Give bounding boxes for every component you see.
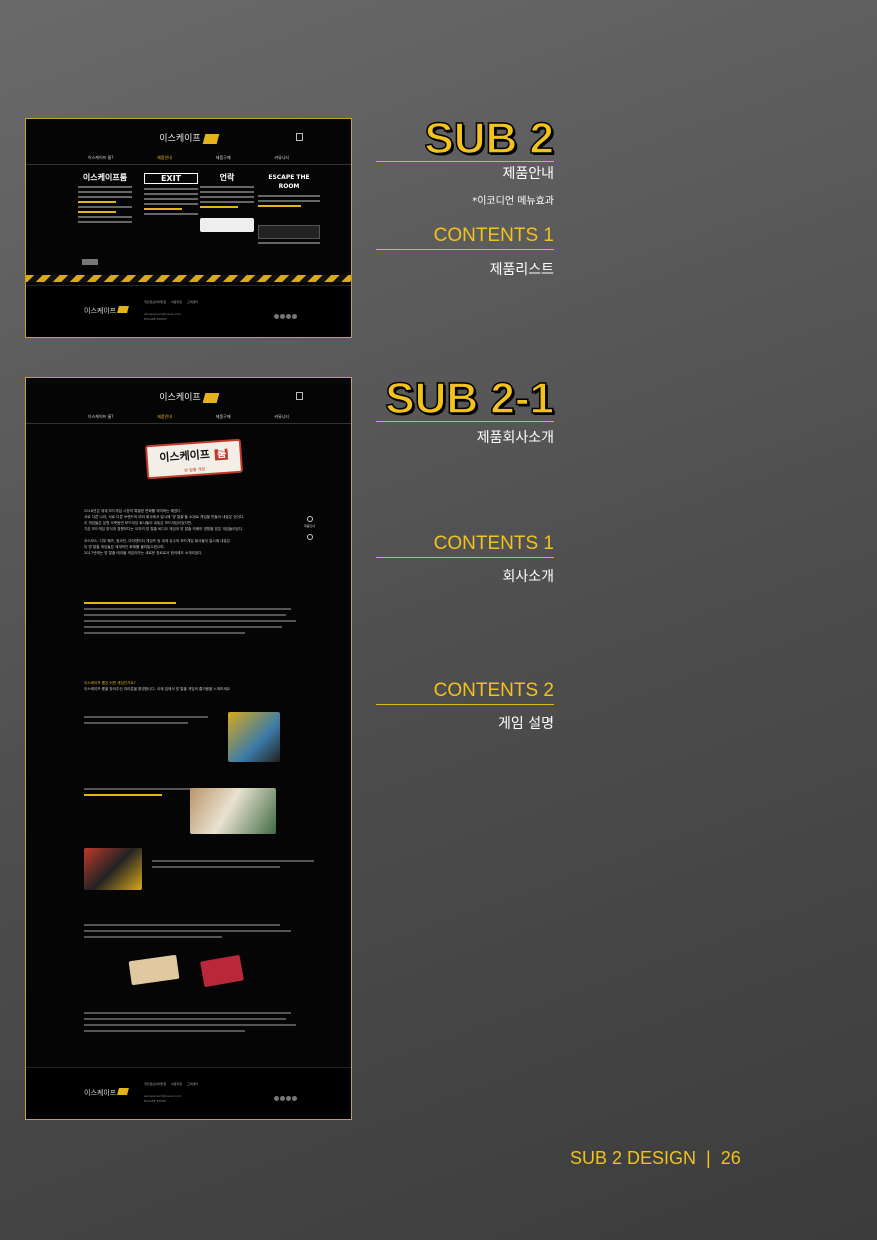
sub2-subtitle: 제품안내: [502, 166, 554, 182]
nav-item-products: 제품안내: [157, 414, 172, 419]
game-components-image: [190, 788, 276, 834]
nav-item-about: 이스케이프 룸?: [87, 414, 114, 419]
sub2-note: *이코디언 메뉴효과: [472, 196, 554, 207]
nav-item-community: 커뮤니티: [274, 414, 290, 419]
footer-info: escaperoom@naver.com ESCAPE ROOM: [144, 312, 182, 321]
page-footer: SUB 2 DESIGN | 26: [570, 1148, 741, 1168]
detail-text-4: [152, 856, 322, 872]
mansion-badge: [258, 225, 320, 239]
social-icons: [273, 1086, 297, 1105]
banner-title: 이스케이프: [158, 447, 211, 465]
cart-icon: [296, 392, 303, 400]
logo-mark-icon: [202, 133, 220, 144]
detail-text-2: [84, 712, 214, 728]
sub2-contents1-rule: [376, 249, 554, 250]
banner-subtitle: 방 탈출 게임: [184, 466, 206, 473]
sub2-1-rule: [376, 421, 554, 422]
store-icons: [82, 259, 98, 265]
hint-card-image: [128, 954, 180, 986]
nav-item-buy: 제품구매: [215, 155, 231, 160]
logo-mark-icon: [117, 306, 130, 313]
sub2-1-subtitle: 제품회사소개: [476, 430, 554, 446]
escape-kit-image: [84, 848, 142, 890]
brand-column-escape-the-room: ESCAPE THE ROOM: [258, 173, 320, 247]
sub2-1-contents1-desc: 회사소개: [502, 569, 554, 585]
footer-links: 개인정보처리방침 이용약관 고객센터: [144, 300, 199, 304]
footer-links: 개인정보처리방침 이용약관 고객센터: [144, 1082, 199, 1086]
mockup-footer: 이스케이프 개인정보처리방침 이용약관 고객센터 escaperoom@nave…: [26, 1067, 351, 1119]
game-question: 이스케이프 룸은 어떤 게임인가요? 이스케이프 룸을 찾아주신 여러분을 환영…: [84, 681, 230, 691]
unlock-badge: [200, 218, 254, 232]
brand-title: ESCAPE THE ROOM: [268, 174, 310, 190]
red-card-image: [200, 954, 244, 988]
sub2-1-contents1-rule: [376, 557, 554, 558]
banner-badge: 룸: [214, 448, 229, 461]
nav-item-buy: 제품구매: [215, 414, 231, 419]
detail-text-6: [84, 1008, 314, 1036]
nav-item-community: 커뮤니티: [274, 155, 290, 160]
brand-column-unlock: 언락: [200, 173, 254, 232]
detail-text-1: [84, 600, 314, 638]
intro-text: 2016년은 세계 보드게임 시장의 특별한 변화를 의미하는 해였다. 서로 …: [84, 509, 245, 555]
sub2-1-contents2-label: CONTENTS 2: [433, 680, 554, 701]
sub2-title: SUB 2: [424, 113, 555, 164]
brand-title: EXIT: [144, 173, 198, 184]
mockup-nav: 이스케이프 룸? 제품안내 제품구매 커뮤니티: [26, 414, 351, 424]
brand-title: 이스케이프룸: [82, 173, 128, 182]
brand-title: 언락: [219, 173, 235, 182]
game-box-image: [228, 712, 280, 762]
hazard-stripe: [26, 275, 351, 282]
footer-info: escaperoom@naver.com ESCAPE ROOM: [144, 1094, 182, 1103]
brand-column-escaperoom: 이스케이프룸: [78, 173, 132, 226]
mockup-nav: 이스케이프 룸? 제품안내 제품구매 커뮤니티: [26, 155, 351, 165]
nav-item-about: 이스케이프 룸?: [87, 155, 114, 160]
side-nav: 제품안내: [304, 516, 315, 540]
detail-text-5: [84, 920, 314, 942]
escape-room-banner: 이스케이프 룸 방 탈출 게임: [144, 438, 244, 480]
sub2-1-contents2-rule: [376, 704, 554, 705]
sub2-1-mockup: 이스케이프 이스케이프 룸? 제품안내 제품구매 커뮤니티 이스케이프 룸 방 …: [25, 377, 352, 1120]
sub2-contents1-desc: 제품리스트: [489, 262, 554, 278]
sub2-1-title: SUB 2-1: [385, 373, 555, 424]
social-icons: [273, 304, 297, 323]
sub2-contents1-label: CONTENTS 1: [433, 225, 554, 246]
logo-mark-icon: [202, 392, 220, 403]
sub2-mockup: 이스케이프 이스케이프 룸? 제품안내 제품구매 커뮤니티 이스케이프룸 EXI…: [25, 118, 352, 338]
sub2-rule: [376, 161, 554, 162]
mockup-footer: 이스케이프 개인정보처리방침 이용약관 고객센터 escaperoom@nave…: [26, 285, 351, 337]
cart-icon: [296, 133, 303, 141]
logo-mark-icon: [117, 1088, 130, 1095]
sub2-1-contents1-label: CONTENTS 1: [433, 533, 554, 554]
sub2-1-contents2-desc: 게임 설명: [498, 716, 554, 732]
nav-item-products: 제품안내: [157, 155, 172, 160]
brand-column-exit: EXIT: [144, 173, 198, 218]
